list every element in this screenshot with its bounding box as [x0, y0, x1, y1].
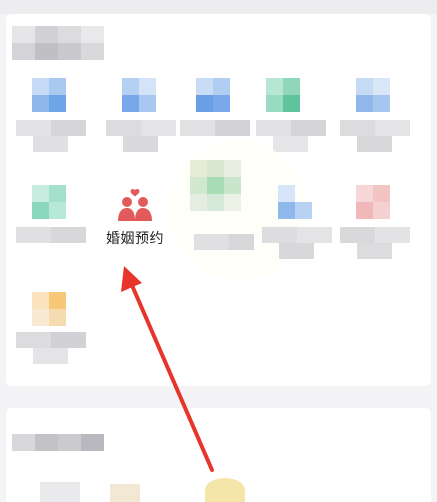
top-strip — [0, 0, 437, 14]
service-tile-blurred[interactable] — [16, 185, 86, 285]
blurred-item — [40, 482, 80, 502]
service-tile-blurred[interactable] — [340, 78, 410, 178]
couple-heart-icon — [118, 188, 152, 221]
marriage-appointment-item[interactable]: 婚姻预约 — [95, 188, 175, 258]
section-title-blurred — [12, 26, 104, 60]
service-tile-blurred[interactable] — [262, 185, 332, 285]
section-title-blurred — [12, 434, 104, 468]
service-tile-blurred[interactable] — [106, 78, 176, 178]
service-tile-blurred[interactable] — [340, 185, 410, 285]
service-tile-blurred[interactable] — [190, 160, 260, 260]
blurred-item — [110, 484, 140, 502]
blurred-item — [205, 478, 245, 502]
service-tile-blurred[interactable] — [16, 78, 86, 178]
service-tile-blurred[interactable] — [16, 292, 86, 392]
marriage-appointment-label: 婚姻预约 — [106, 230, 164, 246]
